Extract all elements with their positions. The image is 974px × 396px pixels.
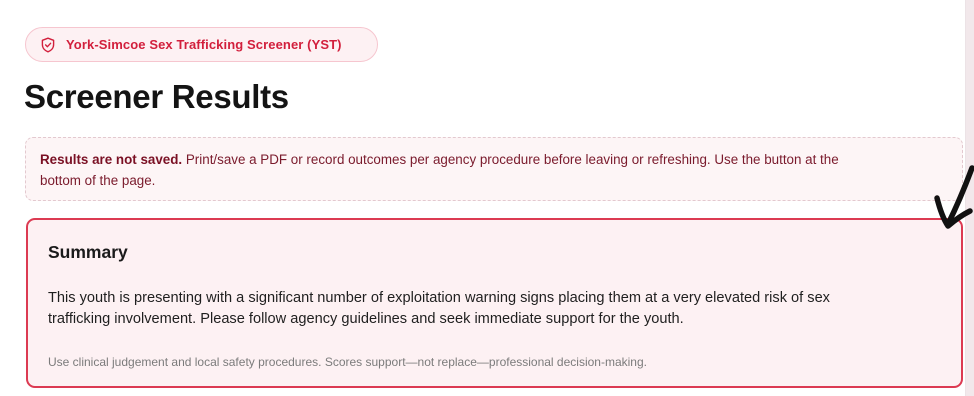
notice-line-1: Results are not saved. Print/save a PDF … [40,149,948,170]
summary-disclaimer: Use clinical judgement and local safety … [48,355,647,369]
notice-strong-text: Results are not saved. [40,152,183,167]
results-page: York-Simcoe Sex Trafficking Screener (YS… [0,0,966,396]
screener-badge: York-Simcoe Sex Trafficking Screener (YS… [25,27,378,62]
shield-check-icon [41,37,55,53]
notice-line-2: bottom of the page. [40,173,156,188]
hand-drawn-arrow-icon [934,165,974,229]
summary-heading: Summary [48,242,128,262]
summary-body: This youth is presenting with a signific… [48,288,830,330]
notice-line-1-text: Print/save a PDF or record outcomes per … [182,152,839,167]
page-title: Screener Results [24,78,289,115]
screener-badge-label: York-Simcoe Sex Trafficking Screener (YS… [66,37,342,52]
summary-card: Summary This youth is presenting with a … [26,218,963,388]
summary-body-line-2: trafficking involvement. Please follow a… [48,311,684,327]
unsaved-results-notice: Results are not saved. Print/save a PDF … [25,137,963,201]
summary-body-line-1: This youth is presenting with a signific… [48,290,830,306]
